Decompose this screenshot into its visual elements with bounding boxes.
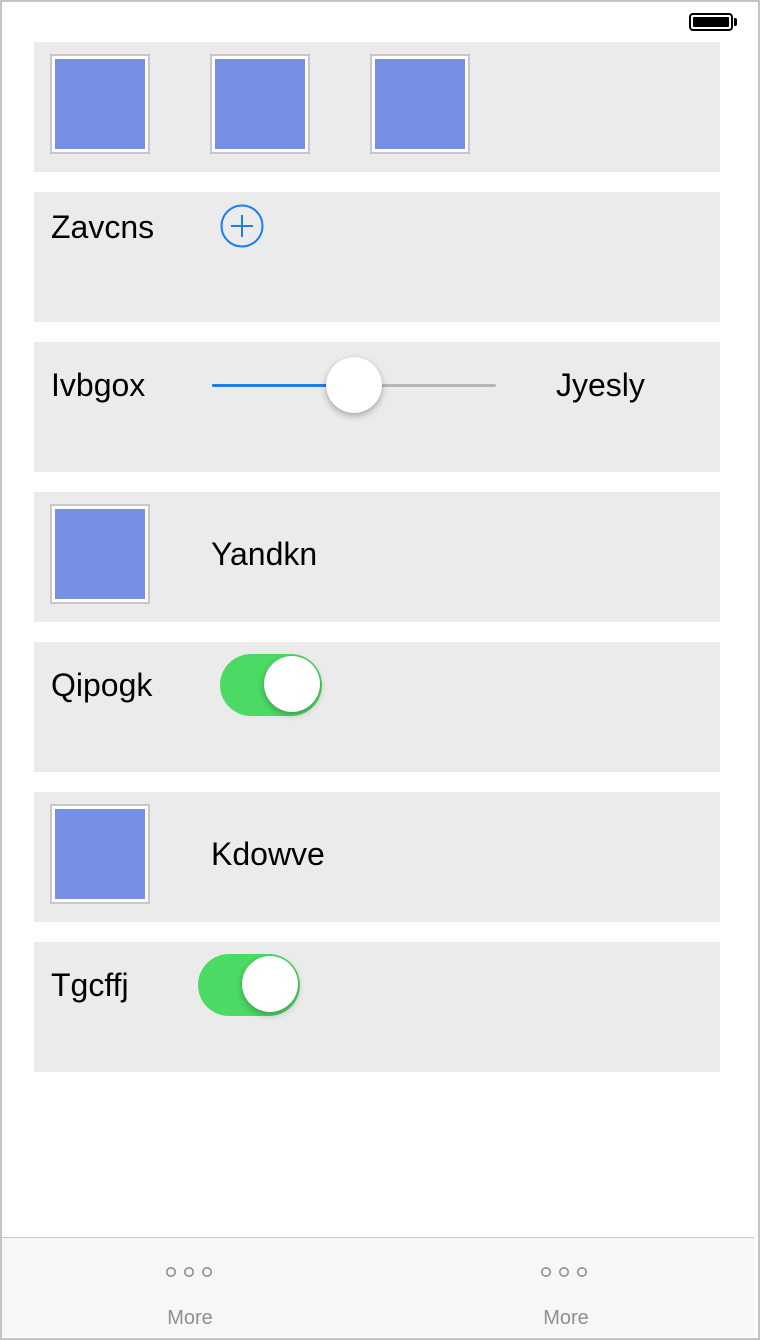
plus-circle-icon[interactable]	[220, 204, 264, 248]
image-thumbnail[interactable]	[210, 54, 310, 154]
battery-icon	[689, 13, 737, 31]
slider-min-label: Ivbgox	[51, 367, 146, 403]
kdowve-row: Kdowve	[34, 792, 720, 922]
tab-more-2[interactable]: More	[378, 1238, 754, 1337]
tgcffj-label: Tgcffj	[51, 967, 129, 1003]
toggle-knob	[264, 656, 320, 712]
image-thumbnail[interactable]	[50, 54, 150, 154]
tgcffj-row: Tgcffj	[34, 942, 720, 1072]
zavcns-label: Zavcns	[51, 209, 155, 245]
tab-label: More	[543, 1307, 589, 1329]
toggle-knob	[242, 956, 298, 1012]
tgcffj-toggle[interactable]	[198, 954, 300, 1016]
yandkn-row: Yandkn	[34, 492, 720, 622]
image-thumbnail[interactable]	[50, 504, 150, 604]
slider-row: Ivbgox Jyesly	[34, 342, 720, 472]
tab-bar: More More	[2, 1237, 754, 1337]
image-thumbnail[interactable]	[370, 54, 470, 154]
tab-more-1[interactable]: More	[2, 1238, 378, 1337]
image-gallery-row	[34, 42, 720, 172]
slider-max-label: Jyesly	[556, 367, 645, 403]
more-dots-icon	[541, 1267, 587, 1277]
more-dots-icon	[166, 1267, 212, 1277]
image-thumbnail[interactable]	[50, 804, 150, 904]
value-slider[interactable]	[212, 356, 496, 414]
kdowve-label: Kdowve	[211, 836, 325, 872]
yandkn-label: Yandkn	[211, 536, 318, 572]
qipogk-toggle[interactable]	[220, 654, 322, 716]
zavcns-row: Zavcns	[34, 192, 720, 322]
qipogk-label: Qipogk	[51, 667, 153, 703]
slider-knob[interactable]	[326, 357, 382, 413]
qipogk-row: Qipogk	[34, 642, 720, 772]
tab-label: More	[167, 1307, 213, 1329]
